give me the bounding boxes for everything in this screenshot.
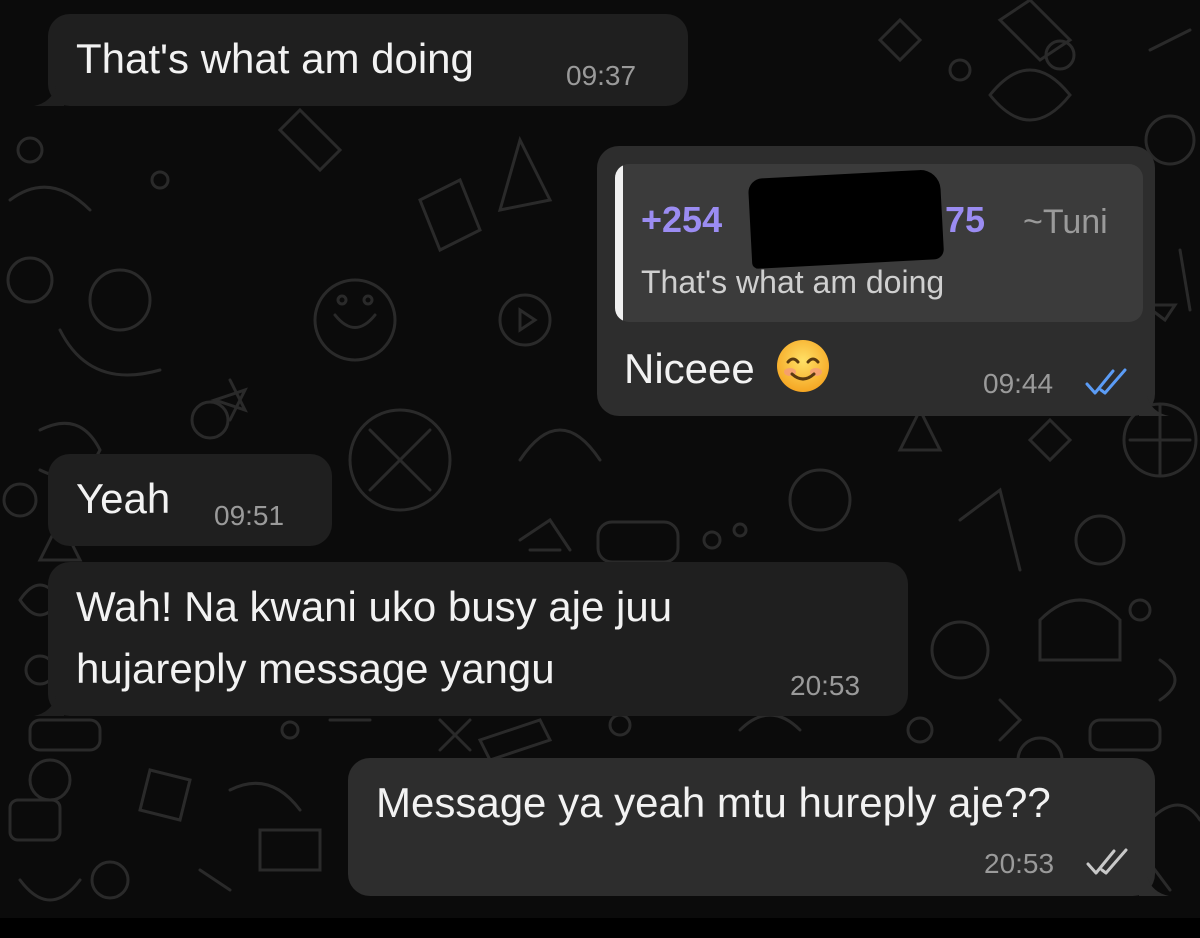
quote-sender-phone-prefix: +254 — [641, 199, 723, 240]
bottom-edge — [0, 918, 1200, 938]
message-text-line: hujareply message yangu — [76, 645, 555, 692]
bubble-tail — [34, 86, 64, 106]
quoted-message[interactable]: +254 75 ~Tuni That's what am doing — [615, 164, 1143, 322]
quote-sender-alias: ~Tuni — [1023, 203, 1108, 241]
quote-accent-bar — [615, 164, 623, 322]
bubble-tail — [34, 696, 64, 716]
quote-text: That's what am doing — [641, 264, 945, 300]
message-text: Niceee — [624, 345, 755, 392]
bubble-tail — [1139, 876, 1169, 896]
message-bubble-outgoing[interactable]: Message ya yeah mtu hureply aje?? 20:53 — [348, 758, 1169, 896]
message-time: 09:51 — [214, 500, 285, 531]
message-time: 20:53 — [790, 670, 861, 701]
message-time: 20:53 — [984, 848, 1055, 879]
message-text: That's what am doing — [76, 35, 474, 82]
message-text: Message ya yeah mtu hureply aje?? — [376, 779, 1051, 826]
message-text: Yeah — [76, 475, 171, 522]
quote-sender-phone-suffix: 75 — [945, 199, 986, 240]
redaction-mark — [747, 169, 945, 269]
message-bubble-incoming[interactable]: That's what am doing 09:37 — [34, 14, 688, 106]
message-text-line: Wah! Na kwani uko busy aje juu — [76, 583, 673, 630]
message-bubble-incoming[interactable]: Wah! Na kwani uko busy aje juu hujareply… — [34, 562, 908, 716]
chat-area[interactable]: That's what am doing 09:37 +254 75 ~Tuni… — [0, 0, 1200, 938]
bubble-tail — [1139, 396, 1169, 416]
message-bubble-outgoing[interactable]: +254 75 ~Tuni That's what am doing Nicee… — [597, 146, 1169, 416]
message-time: 09:37 — [566, 60, 637, 91]
read-receipt-icon — [1085, 368, 1127, 395]
message-bubble-incoming[interactable]: Yeah 09:51 — [48, 454, 332, 546]
message-time: 09:44 — [983, 368, 1054, 399]
smiling-face-emoji — [777, 340, 829, 392]
delivered-receipt-icon — [1086, 848, 1128, 875]
